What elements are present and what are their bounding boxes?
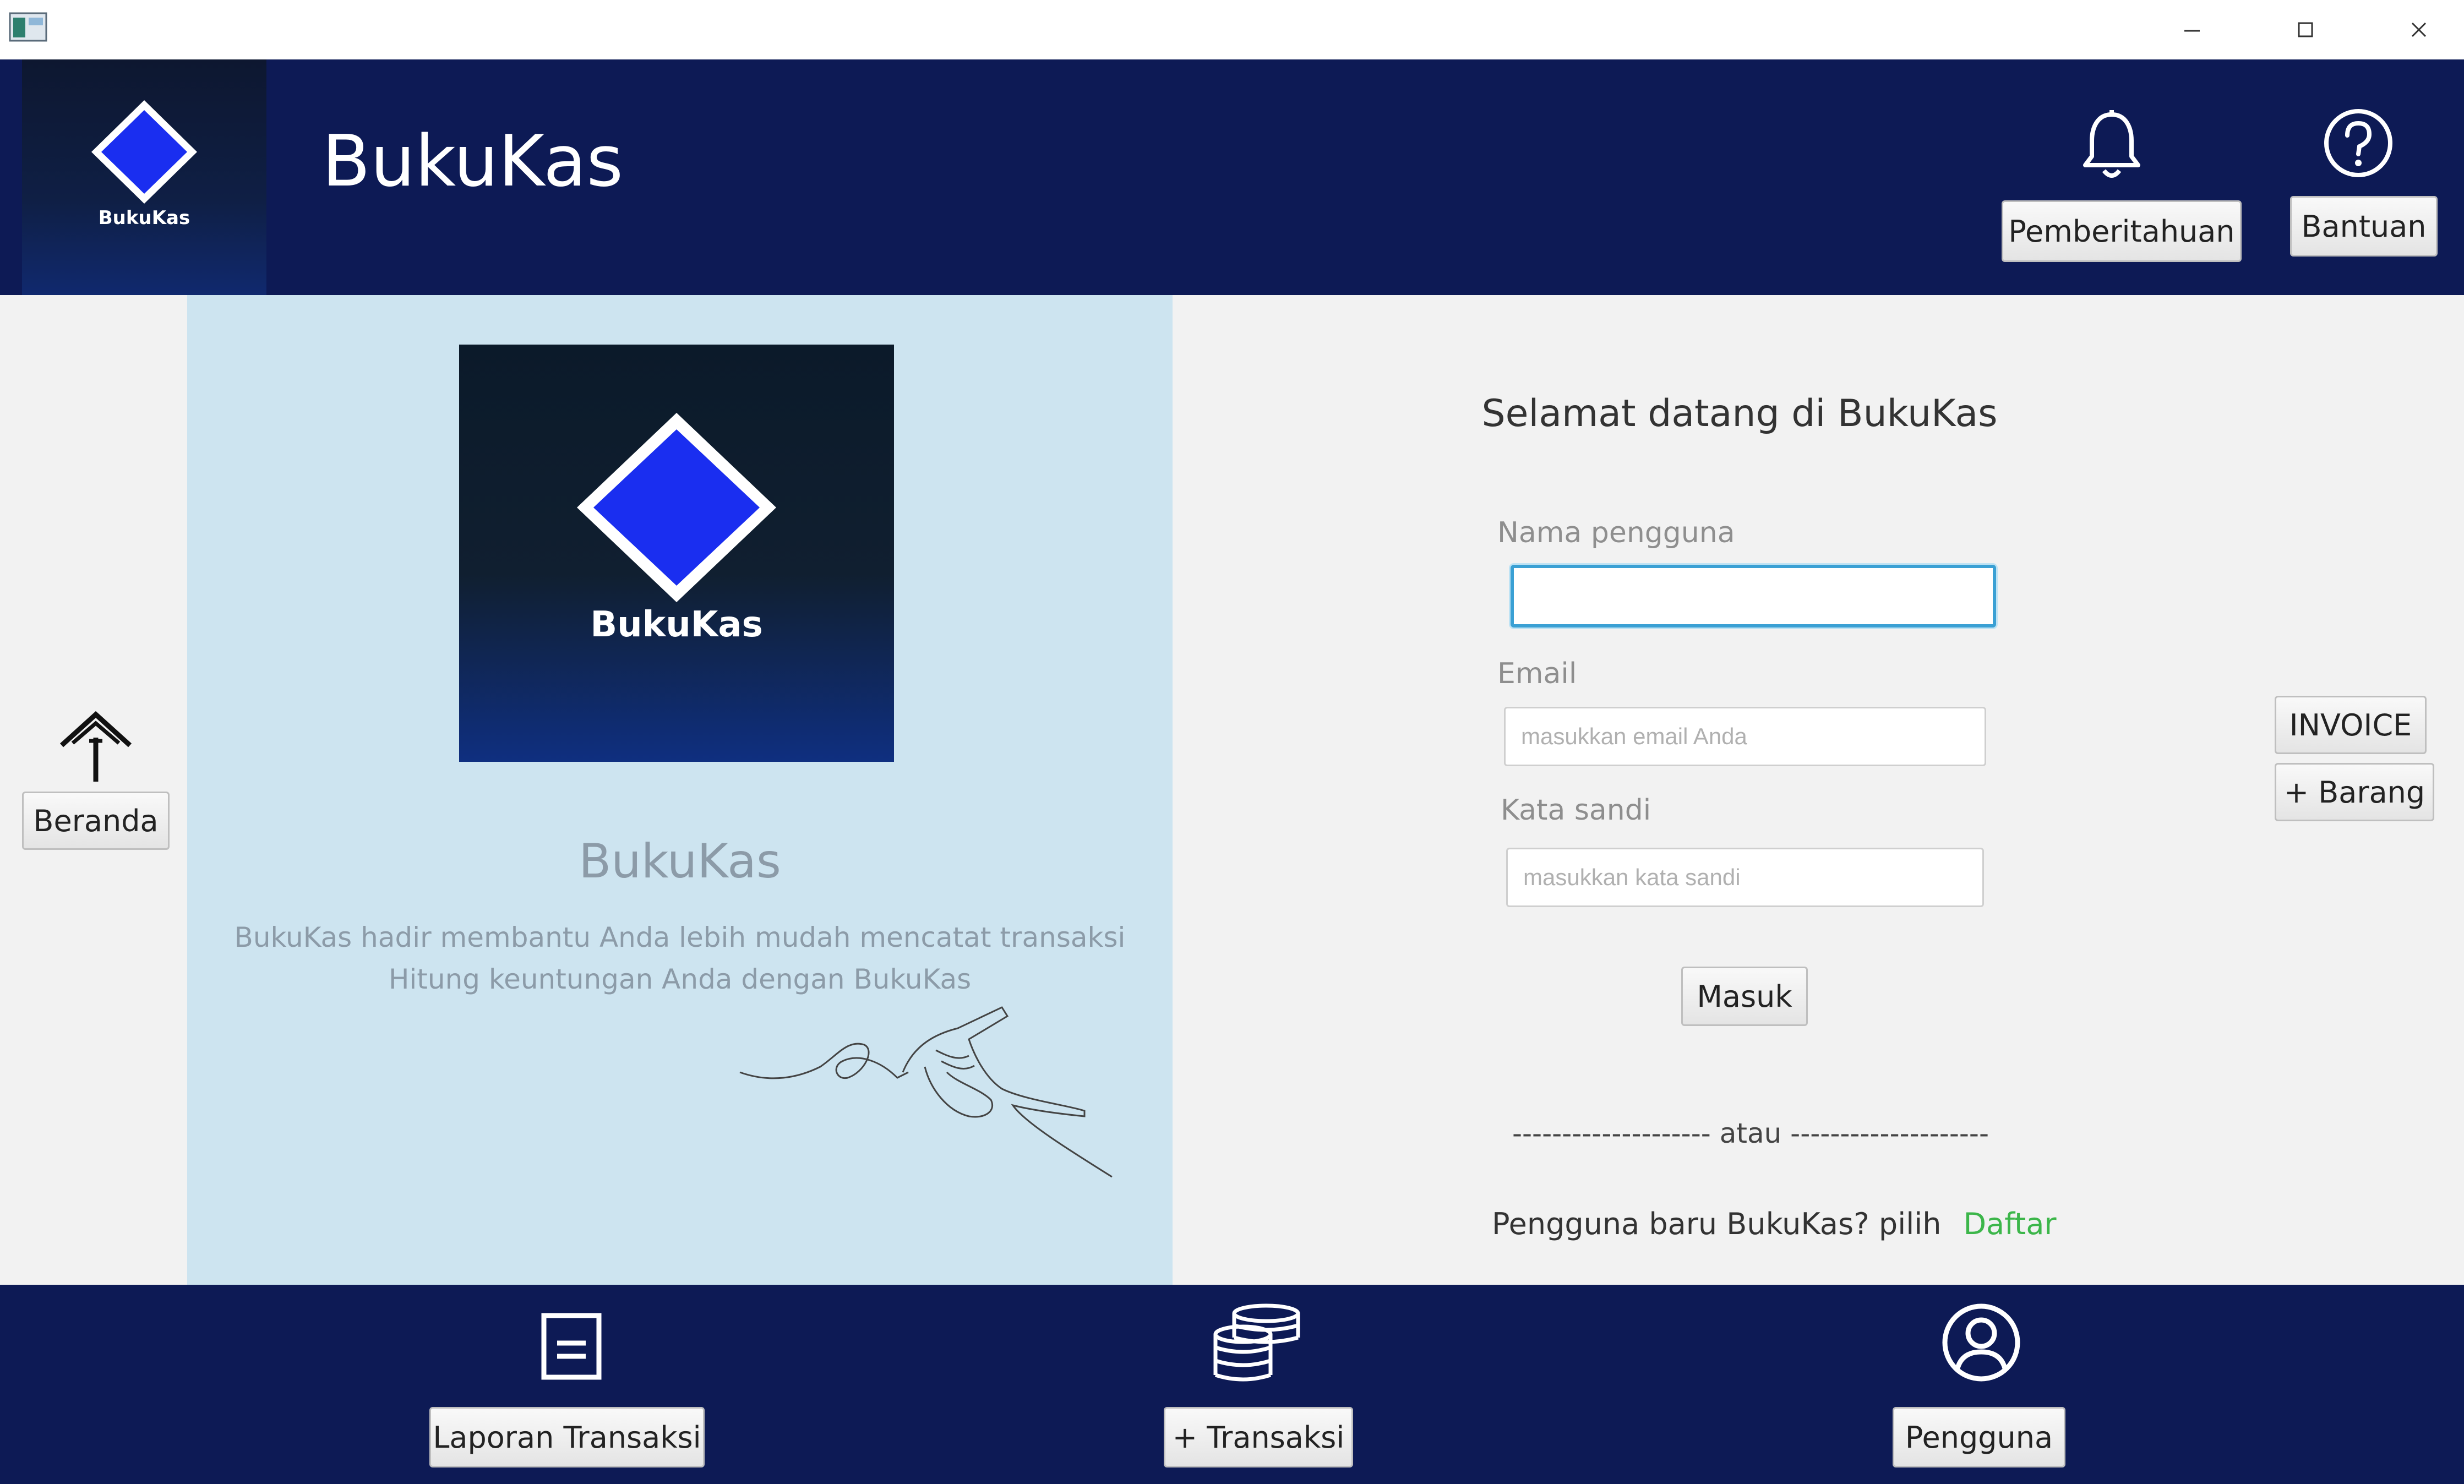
- promo-line-2: Hitung keuntungan Anda dengan BukuKas: [388, 963, 972, 995]
- home-icon[interactable]: [57, 710, 134, 787]
- user-circle-icon[interactable]: [1940, 1301, 2023, 1384]
- notifications-button[interactable]: Pemberitahuan: [2002, 200, 2242, 262]
- help-button[interactable]: Bantuan: [2290, 196, 2438, 257]
- login-button[interactable]: Masuk: [1681, 967, 1808, 1026]
- title-bar: [0, 0, 2464, 59]
- password-input[interactable]: [1506, 848, 1984, 907]
- diamond-logo-icon: [91, 100, 197, 204]
- username-input[interactable]: [1511, 565, 1996, 628]
- password-label: Kata sandi: [1501, 794, 1651, 827]
- maximize-icon[interactable]: [2272, 6, 2338, 54]
- or-separator: -------------------- atau --------------…: [1512, 1117, 1989, 1149]
- transaction-report-button[interactable]: Laporan Transaksi: [429, 1407, 705, 1467]
- register-prompt: Pengguna baru BukuKas? pilih: [1492, 1207, 1942, 1241]
- promo-diamond-icon: [577, 413, 776, 602]
- register-link[interactable]: Daftar: [1963, 1207, 2056, 1241]
- bell-icon[interactable]: [2079, 108, 2145, 183]
- email-input[interactable]: [1504, 707, 1986, 766]
- add-item-button[interactable]: + Barang: [2275, 763, 2434, 821]
- promo-line-1: BukuKas hadir membantu Anda lebih mudah …: [234, 921, 1126, 953]
- hand-writing-illustration: [739, 1006, 1113, 1178]
- close-icon[interactable]: [2386, 6, 2452, 54]
- sidebar: [0, 295, 187, 1285]
- header-logo: [22, 59, 266, 295]
- header-logo-text: BukuKas: [98, 207, 190, 229]
- user-button[interactable]: Pengguna: [1893, 1407, 2065, 1467]
- home-button[interactable]: Beranda: [22, 792, 170, 850]
- promo-title: BukuKas: [579, 834, 781, 889]
- promo-description: BukuKas hadir membantu Anda lebih mudah …: [187, 916, 1173, 1000]
- invoice-button[interactable]: INVOICE: [2275, 696, 2427, 754]
- document-icon[interactable]: [541, 1312, 602, 1381]
- app-title: BukuKas: [322, 121, 624, 203]
- promo-logo-text: BukuKas: [590, 604, 763, 645]
- app-icon: [9, 12, 47, 42]
- minimize-icon[interactable]: [2159, 6, 2225, 54]
- promo-logo: [459, 345, 894, 762]
- welcome-heading: Selamat datang di BukuKas: [1481, 392, 1998, 435]
- add-transaction-button[interactable]: + Transaksi: [1164, 1407, 1353, 1467]
- username-label: Nama pengguna: [1497, 516, 1735, 549]
- register-row: Pengguna baru BukuKas? pilih Daftar: [1492, 1207, 2057, 1241]
- email-label: Email: [1497, 657, 1577, 690]
- coins-icon[interactable]: [1211, 1301, 1305, 1384]
- question-circle-icon[interactable]: [2321, 106, 2396, 181]
